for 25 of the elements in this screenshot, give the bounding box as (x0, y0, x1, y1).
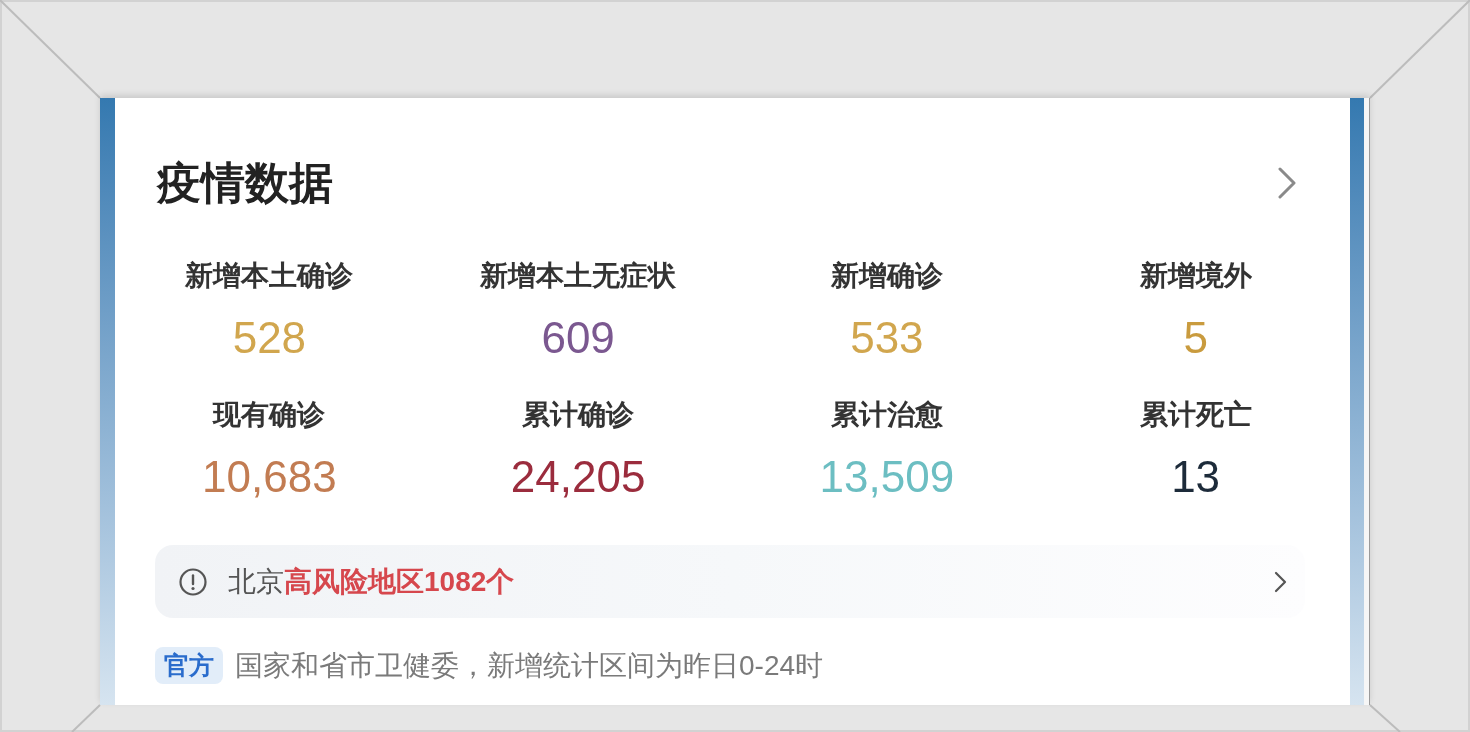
frame-corner-line (1369, 704, 1401, 732)
stat-value: 24,205 (510, 452, 646, 502)
stat-value: 10,683 (202, 452, 337, 502)
chevron-right-icon (1274, 570, 1287, 593)
stat-label: 新增本土确诊 (185, 260, 354, 292)
alert-text: 北京高风险地区1082个 (228, 564, 515, 599)
stat-value: 609 (541, 313, 615, 363)
exclamation-circle-icon (179, 567, 207, 596)
stat-label: 累计确诊 (522, 399, 635, 431)
frame-corner-line (71, 704, 101, 732)
stat-value: 5 (1183, 313, 1208, 363)
stat-value: 533 (850, 313, 924, 363)
stat-label: 新增本土无症状 (480, 260, 677, 292)
card-title: 疫情数据 (157, 161, 333, 205)
stat-label: 新增确诊 (830, 260, 943, 292)
source-badge: 官方 (155, 647, 223, 684)
stat-value: 13,509 (819, 452, 955, 502)
stat-value: 13 (1171, 452, 1221, 502)
stat-label: 累计治愈 (830, 399, 943, 431)
stat-value: 528 (232, 313, 307, 363)
stat-label: 新增境外 (1139, 260, 1252, 292)
source-note: 国家和省市卫健委，新增统计区间为昨日0-24时 (235, 648, 824, 683)
chevron-right-icon[interactable] (1278, 167, 1296, 199)
stat-label: 累计死亡 (1139, 399, 1252, 431)
stat-label: 现有确诊 (213, 399, 326, 431)
